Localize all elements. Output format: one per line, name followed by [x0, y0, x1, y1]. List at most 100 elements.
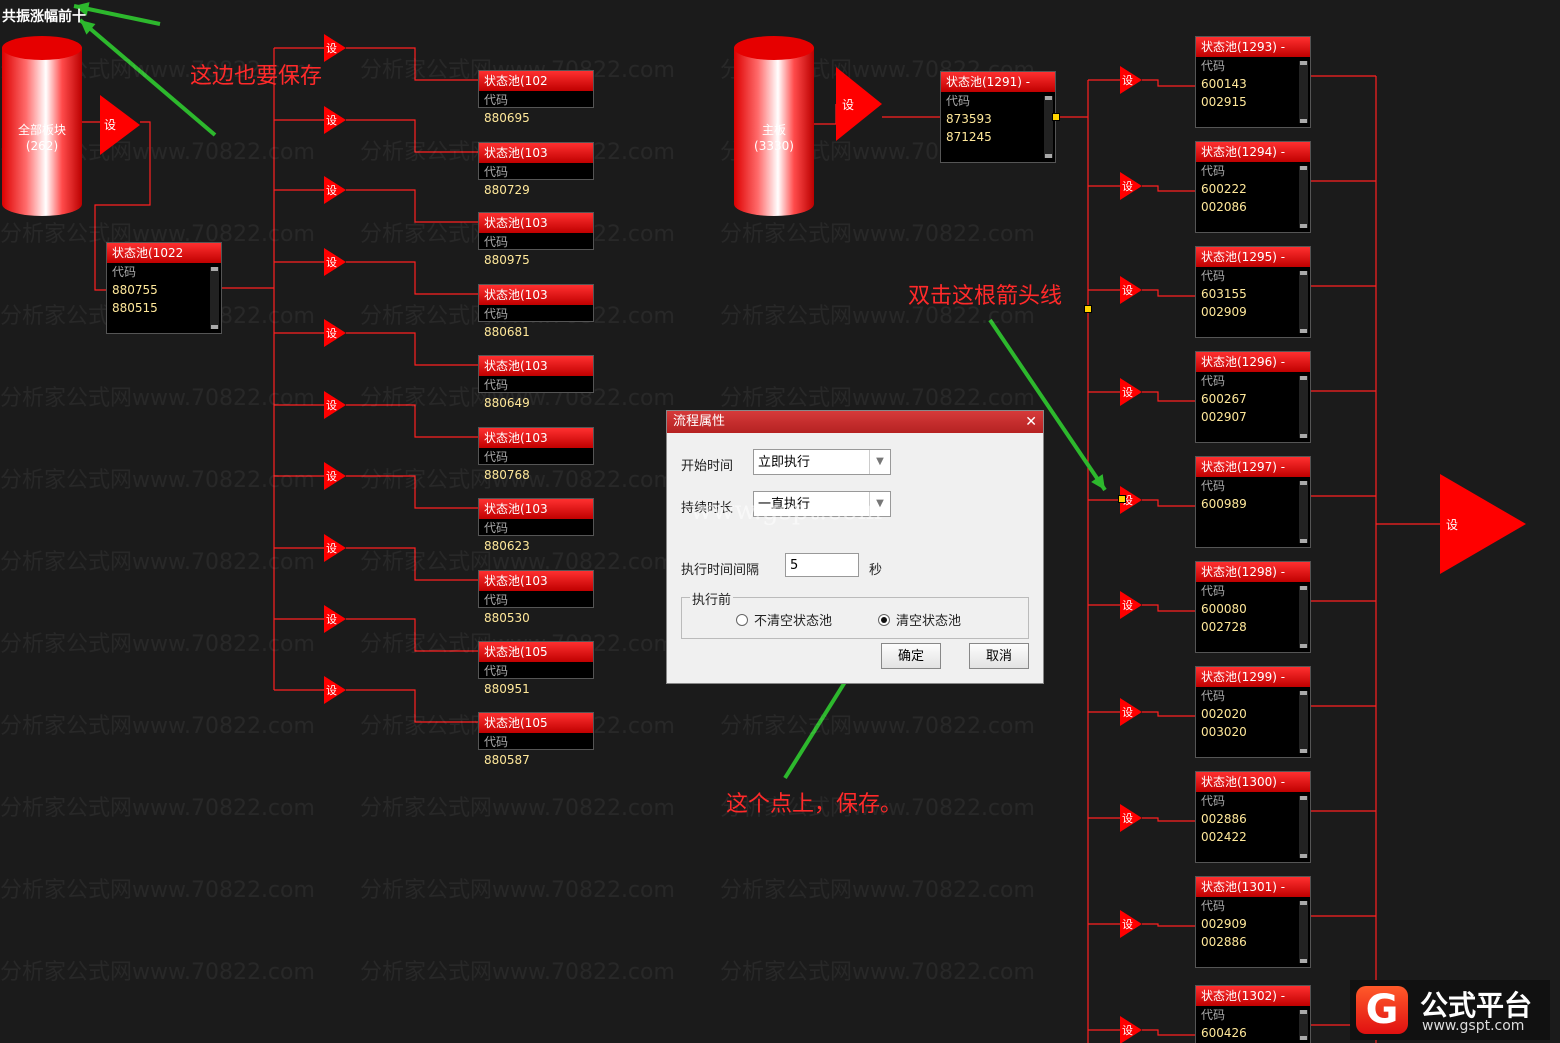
state-pool[interactable]: 状态池(105 代码 880587 [478, 712, 594, 767]
pool-scrollbar[interactable] [210, 267, 219, 329]
set-node[interactable]: 设 [1120, 172, 1142, 200]
main-board-source[interactable]: 主板 (3330) [734, 36, 814, 216]
state-pool-source[interactable]: 状态池(1022 代码 880755 880515 [106, 242, 222, 334]
chevron-down-icon[interactable]: ▼ [869, 450, 890, 474]
pool-code: 002422 [1201, 830, 1247, 844]
radio-no-clear[interactable]: 不清空状态池 [736, 610, 832, 629]
connection-handle[interactable] [1052, 113, 1060, 121]
flow-properties-dialog[interactable]: 流程属性 ✕ 开始时间 立即执行 ▼ 持续时长 一直执行 ▼ 执行时间间隔 5 秒 执… [666, 410, 1044, 684]
logo-g-icon: G [1356, 986, 1408, 1034]
state-pool[interactable]: 状态池(103 代码 880681 [478, 284, 594, 339]
set-node[interactable]: 设 [1120, 804, 1142, 832]
state-pool-main[interactable]: 状态池(1291) - 代码 873593 871245 [940, 71, 1056, 163]
pool-scrollbar[interactable] [1299, 376, 1308, 438]
connector-line[interactable] [814, 104, 837, 125]
set-node[interactable]: 设 [324, 391, 346, 419]
pool-scrollbar[interactable] [1299, 166, 1308, 228]
set-label: 设 [326, 399, 337, 412]
pool-scrollbar[interactable] [1299, 691, 1308, 753]
state-pool[interactable]: 状态池(103 代码 880623 [478, 498, 594, 553]
state-pool[interactable]: 状态池(1298) - 代码 600080 002728 [1195, 561, 1311, 653]
state-pool[interactable]: 状态池(103 代码 880975 [478, 212, 594, 267]
all-sectors-source[interactable]: 全部板块 (262) [2, 36, 82, 216]
pool-code: 880951 [484, 682, 530, 696]
connector-line[interactable] [1142, 711, 1195, 717]
state-pool[interactable]: 状态池(1296) - 代码 600267 002907 [1195, 351, 1311, 443]
connection-handle[interactable] [1084, 305, 1092, 313]
state-pool[interactable]: 状态池(103 代码 880649 [478, 355, 594, 410]
state-pool[interactable]: 状态池(1299) - 代码 002020 003020 [1195, 666, 1311, 758]
set-node[interactable]: 设 [324, 248, 346, 276]
connection-handle[interactable] [1118, 495, 1126, 503]
pool-code: 880587 [484, 753, 530, 767]
set-node[interactable]: 设 [1120, 591, 1142, 619]
state-pool[interactable]: 状态池(1302) - 代码 600426 [1195, 985, 1311, 1043]
pool-code: 880623 [484, 539, 530, 553]
state-pool[interactable]: 状态池(103 代码 880768 [478, 427, 594, 482]
pool-scrollbar[interactable] [1044, 96, 1053, 158]
code-header: 代码 [484, 593, 509, 607]
state-pool[interactable]: 状态池(103 代码 880530 [478, 570, 594, 625]
radio-clear[interactable]: 清空状态池 [878, 610, 961, 629]
pool-scrollbar[interactable] [1299, 796, 1308, 858]
set-node[interactable]: 设 [324, 462, 346, 490]
state-pool[interactable]: 状态池(1294) - 代码 600222 002086 [1195, 141, 1311, 233]
set-node[interactable]: 设 [324, 106, 346, 134]
cancel-button[interactable]: 取消 [969, 643, 1029, 669]
connector-line[interactable] [1142, 604, 1195, 612]
set-node[interactable]: 设 [1120, 698, 1142, 726]
connector-line[interactable] [1142, 1029, 1195, 1036]
set-label: 设 [326, 684, 337, 697]
set-node[interactable]: 设 [1120, 66, 1142, 94]
connector-line[interactable] [1142, 923, 1195, 927]
start-time-select[interactable]: 立即执行 ▼ [753, 449, 891, 475]
connector-line[interactable] [1142, 817, 1195, 822]
state-pool[interactable]: 状态池(1301) - 代码 002909 002886 [1195, 876, 1311, 968]
radio-selected-icon [878, 614, 890, 626]
set-node[interactable]: 设 [324, 676, 346, 704]
code-header: 代码 [946, 94, 971, 108]
set-node[interactable]: 设 [1120, 378, 1142, 406]
state-pool[interactable]: 状态池(1300) - 代码 002886 002422 [1195, 771, 1311, 863]
set-node[interactable]: 设 [324, 605, 346, 633]
state-pool[interactable]: 状态池(102 代码 880695 [478, 70, 594, 125]
connector-line[interactable] [1142, 79, 1195, 87]
set-node[interactable]: 设 [324, 176, 346, 204]
connector-line[interactable] [1142, 185, 1195, 192]
set-node[interactable]: 设 [324, 319, 346, 347]
pool-code: 002886 [1201, 935, 1247, 949]
interval-input[interactable]: 5 [785, 553, 859, 577]
pool-scrollbar[interactable] [1299, 901, 1308, 963]
state-pool[interactable]: 状态池(103 代码 880729 [478, 142, 594, 197]
pool-scrollbar[interactable] [1299, 1010, 1308, 1040]
set-node[interactable]: 设 [836, 67, 882, 141]
connector-line[interactable] [1142, 499, 1195, 507]
set-node[interactable]: 设 [1120, 910, 1142, 938]
set-node[interactable]: 设 [324, 34, 346, 62]
pool-scrollbar[interactable] [1299, 61, 1308, 123]
radio-label: 清空状态池 [896, 614, 962, 629]
connector-line[interactable] [1142, 391, 1195, 402]
final-set-node[interactable]: 设 [1440, 474, 1526, 574]
set-node[interactable]: 设 [100, 95, 140, 155]
pool-scrollbar[interactable] [1299, 586, 1308, 648]
pool-scrollbar[interactable] [1299, 271, 1308, 333]
pool-title: 状态池(103 [479, 356, 593, 376]
connector-line[interactable] [346, 261, 478, 295]
set-node[interactable]: 设 [1120, 1016, 1142, 1043]
set-node[interactable]: 设 [324, 534, 346, 562]
connector-line[interactable] [1142, 289, 1195, 297]
code-header: 代码 [1201, 479, 1226, 493]
flow-canvas[interactable]: 共振涨幅前十 分析家公式网www.70822.com 分析家公式网www.7082… [0, 0, 1560, 1043]
pool-scrollbar[interactable] [1299, 481, 1308, 543]
connector-line[interactable] [346, 332, 478, 366]
annotation-double-click: 双击这根箭头线 [908, 284, 1063, 309]
state-pool[interactable]: 状态池(1295) - 代码 603155 002909 [1195, 246, 1311, 338]
state-pool[interactable]: 状态池(1297) - 代码 600989 [1195, 456, 1311, 548]
ok-button[interactable]: 确定 [881, 643, 941, 669]
pool-title: 状态池(1301) - [1196, 877, 1310, 897]
set-node[interactable]: 设 [1120, 276, 1142, 304]
close-icon[interactable]: ✕ [1025, 411, 1037, 433]
state-pool[interactable]: 状态池(105 代码 880951 [478, 641, 594, 696]
state-pool[interactable]: 状态池(1293) - 代码 600143 002915 [1195, 36, 1311, 128]
